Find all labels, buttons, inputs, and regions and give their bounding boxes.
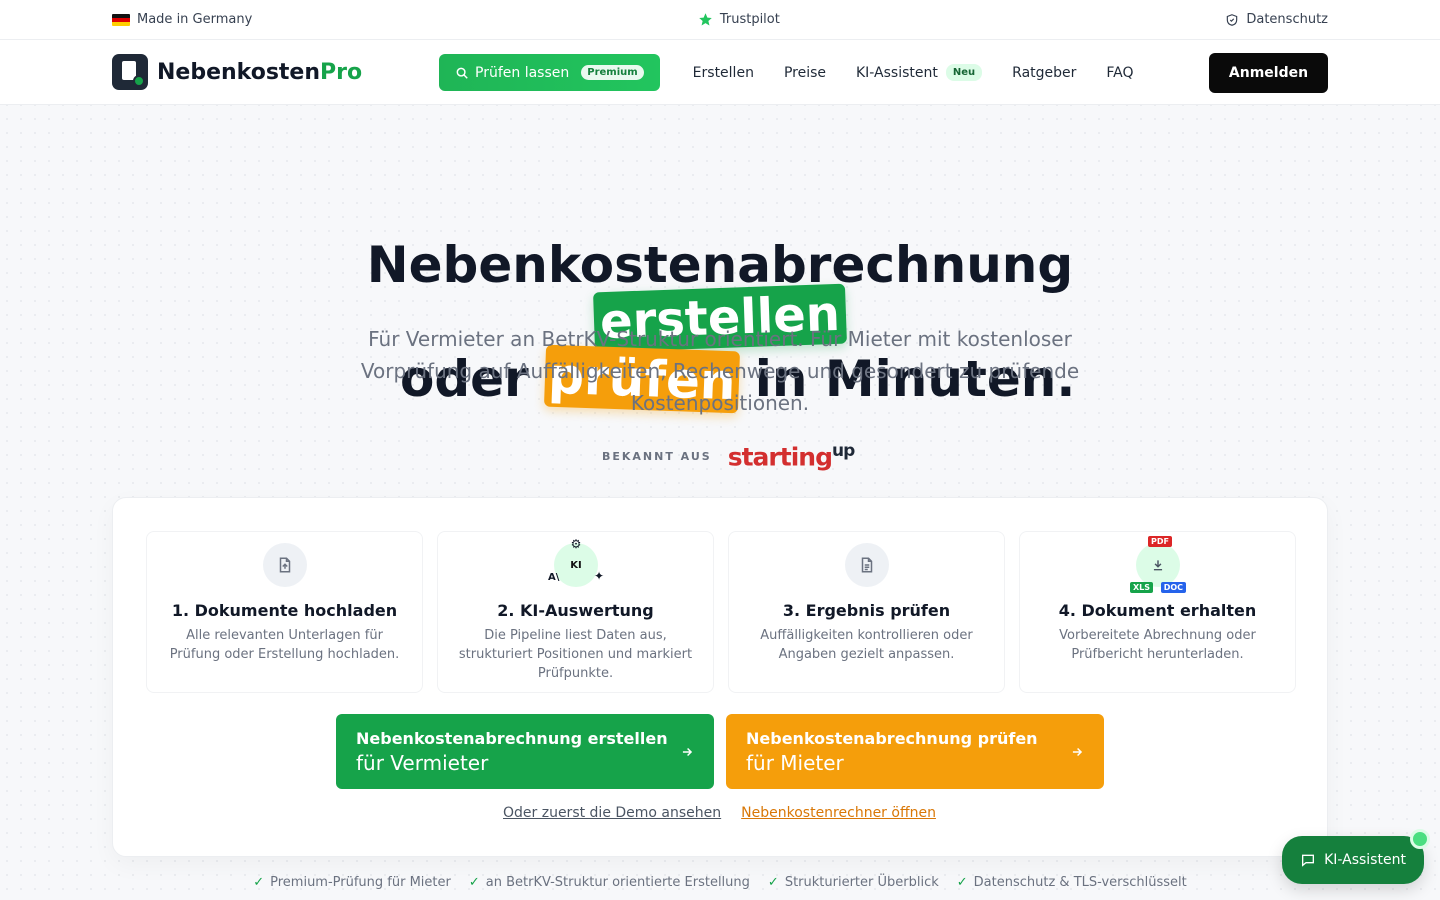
anthropic-icon: A\ xyxy=(548,572,560,583)
calculator-link[interactable]: Nebenkostenrechner öffnen xyxy=(741,805,936,821)
startingup-logo: startingup xyxy=(727,441,856,472)
known-from: BEKANNT AUS startingup xyxy=(602,441,856,472)
step-upload: 1. Dokumente hochladen Alle relevanten U… xyxy=(146,531,423,693)
nav-link-erstellen[interactable]: Erstellen xyxy=(693,65,754,81)
check-icon: ✓ xyxy=(253,875,265,890)
create-cta-sub: für Vermieter xyxy=(356,750,489,775)
known-from-label: BEKANNT AUS xyxy=(602,449,712,463)
step-desc: Die Pipeline liest Daten aus, strukturie… xyxy=(458,628,693,681)
step-title: 3. Ergebnis prüfen xyxy=(782,601,951,620)
privacy-label: Datenschutz xyxy=(1246,12,1328,27)
hero-subtitle: Für Vermieter an BetrKV-Struktur orienti… xyxy=(360,327,1080,415)
feature-item: ✓ Strukturierter Überblick xyxy=(767,875,939,890)
check-cta-title: Nebenkostenabrechnung prüfen xyxy=(746,728,1038,748)
step-desc: Vorbereitete Abrechnung oder Prüfbericht… xyxy=(1059,628,1256,662)
secondary-links: Oder zuerst die Demo ansehen Nebenkosten… xyxy=(503,805,936,821)
made-in-label: Made in Germany xyxy=(137,12,253,27)
check-button[interactable]: Prüfen lassen Premium xyxy=(439,54,660,91)
step-review: 3. Ergebnis prüfen Auffälligkeiten kontr… xyxy=(728,531,1005,693)
arrow-right-icon xyxy=(1072,747,1083,756)
create-cta-button[interactable]: Nebenkostenabrechnung erstellen für Verm… xyxy=(336,714,714,789)
step-title: 4. Dokument erhalten xyxy=(1058,601,1257,620)
step-ai: KI ✦ A\ ⚙ 2. KI-Auswertung Die Pipeline … xyxy=(437,531,714,693)
star-icon xyxy=(699,13,712,26)
chat-bubble-icon xyxy=(1302,854,1315,867)
ai-assistant-chat-button[interactable]: KI-Assistent xyxy=(1282,836,1424,884)
check-cta-button[interactable]: Nebenkostenabrechnung prüfen für Mieter xyxy=(726,714,1104,789)
check-label: Prüfen lassen xyxy=(475,64,570,81)
doc-badge: DOC xyxy=(1160,582,1186,593)
nav-link-preise[interactable]: Preise xyxy=(784,65,826,81)
arrow-right-icon xyxy=(682,747,693,756)
feature-item: ✓ Premium-Prüfung für Mieter xyxy=(253,875,451,890)
main-nav: NebenkostenPro Prüfen lassen Premium Ers… xyxy=(0,40,1440,105)
online-status-dot xyxy=(1410,829,1430,849)
trustpilot-label: Trustpilot xyxy=(719,12,780,27)
logo-text: NebenkostenPro xyxy=(157,59,363,85)
ai-sparkle-icon: ✦ xyxy=(593,569,604,583)
feature-item: ✓ an BetrKV-Struktur orientierte Erstellu… xyxy=(468,875,750,890)
check-cta-sub: für Mieter xyxy=(746,750,844,775)
xls-badge: XLS xyxy=(1130,582,1154,593)
demo-link[interactable]: Oder zuerst die Demo ansehen xyxy=(503,805,721,821)
check-icon: ✓ xyxy=(767,875,779,890)
document-icon xyxy=(845,543,889,587)
trustpilot-link[interactable]: Trustpilot xyxy=(698,12,780,27)
steps: 1. Dokumente hochladen Alle relevanten U… xyxy=(146,531,1296,693)
check-icon: ✓ xyxy=(956,875,968,890)
create-cta-title: Nebenkostenabrechnung erstellen xyxy=(356,728,668,748)
feature-list: ✓ Premium-Prüfung für Mieter ✓ an BetrKV-S… xyxy=(0,875,1440,890)
cta-row: Nebenkostenabrechnung erstellen für Verm… xyxy=(336,714,1104,789)
privacy-link[interactable]: Datenschutz xyxy=(1225,12,1328,27)
check-icon: ✓ xyxy=(468,875,480,890)
top-bar: Made in Germany Trustpilot Datenschutz xyxy=(0,0,1440,40)
germany-flag-icon xyxy=(112,13,130,26)
openai-icon: ⚙ xyxy=(570,537,582,551)
step-desc: Alle relevanten Unterlagen für Prüfung o… xyxy=(169,628,400,662)
ai-icon: KI ✦ A\ ⚙ xyxy=(548,537,604,587)
new-badge: Neu xyxy=(945,64,983,81)
nav-link-ratgeber[interactable]: Ratgeber xyxy=(1012,65,1076,81)
search-icon xyxy=(456,67,468,79)
step-desc: Auffälligkeiten kontrollieren oder Angab… xyxy=(760,628,973,662)
nav-link-ki-assistent[interactable]: KI-Assistent Neu xyxy=(856,64,983,81)
nav-links: Prüfen lassen Premium Erstellen Preise K… xyxy=(439,54,1149,91)
nav-link-faq[interactable]: FAQ xyxy=(1106,65,1133,81)
chat-label: KI-Assistent xyxy=(1324,852,1406,868)
login-button[interactable]: Anmelden xyxy=(1209,53,1328,93)
shield-icon xyxy=(1227,13,1238,26)
step-title: 2. KI-Auswertung xyxy=(497,601,654,620)
pdf-badge: PDF xyxy=(1148,536,1172,547)
hero-title-line1: Nebenkostenabrechnung xyxy=(366,236,1074,294)
step-download: PDF XLS DOC 4. Dokument erhalten Vorbere… xyxy=(1019,531,1296,693)
premium-badge: Premium xyxy=(581,65,644,80)
feature-item: ✓ Datenschutz & TLS-verschlüsselt xyxy=(956,875,1187,890)
download-icon: PDF XLS DOC xyxy=(1130,536,1186,593)
logo[interactable]: NebenkostenPro xyxy=(112,54,362,90)
step-title: 1. Dokumente hochladen xyxy=(171,601,398,620)
upload-file-icon xyxy=(263,543,307,587)
process-card: 1. Dokumente hochladen Alle relevanten U… xyxy=(112,497,1328,857)
made-in-germany: Made in Germany xyxy=(112,12,252,27)
logo-icon xyxy=(112,54,148,90)
